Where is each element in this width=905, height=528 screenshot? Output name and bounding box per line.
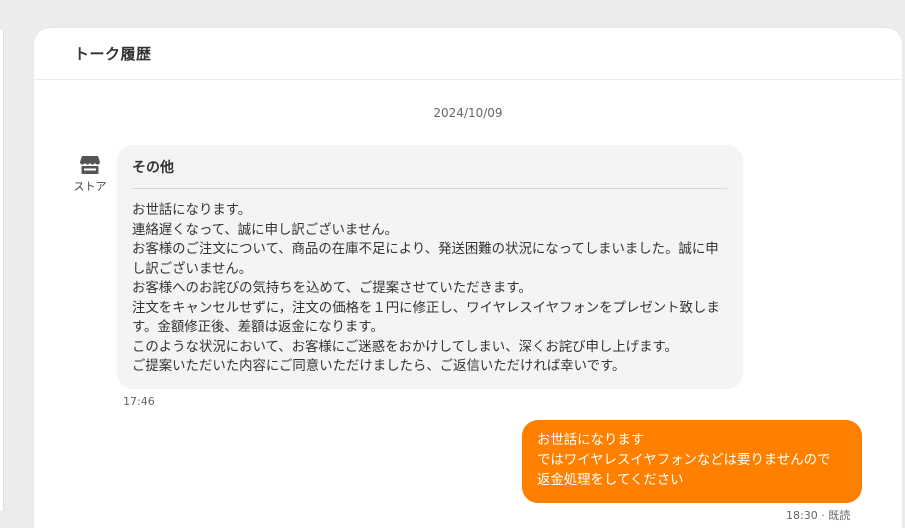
message-line: ではワイヤレスイヤフォンなどは要りませんので xyxy=(537,453,831,468)
message-line: 連絡遅くなって、誠に申し訳ございません。 xyxy=(132,222,399,238)
message-line: お世話になります。 xyxy=(132,203,252,218)
message-line: お世話になります xyxy=(537,433,645,448)
message-line: ご提案いただいた内容にご同意いただけましたら、ご返信いただければ幸いです。 xyxy=(132,359,626,374)
message-subject: その他 xyxy=(132,157,727,189)
message-line: お客様のご注文について、商品の在庫不足により、発送困難の状況になってしまいました… xyxy=(132,242,719,277)
talk-history-panel: トーク履歴 2024/10/09 ストア その他 お世話になります。 連絡遅くな… xyxy=(34,28,902,528)
incoming-message-time: 17:46 xyxy=(123,395,155,408)
message-line: お客様へのお詫びの気持ちを込めて、ご提案させていただきます。 xyxy=(132,281,532,296)
store-avatar: ストア xyxy=(70,155,110,194)
date-separator: 2024/10/09 xyxy=(433,106,503,120)
incoming-message-bubble: その他 お世話になります。 連絡遅くなって、誠に申し訳ございません。 お客様のご… xyxy=(117,145,743,389)
outgoing-message-bubble: お世話になります ではワイヤレスイヤフォンなどは要りませんので 返金処理をしてく… xyxy=(522,420,862,503)
panel-header: トーク履歴 xyxy=(34,28,902,80)
message-line: 注文をキャンセルせずに，注文の価格を１円に修正し、ワイヤレスイヤフォンをプレゼン… xyxy=(132,300,720,336)
outgoing-message-time: 18:30 · 既読 xyxy=(786,509,851,522)
store-label: ストア xyxy=(73,180,107,193)
panel-title: トーク履歴 xyxy=(74,45,152,63)
message-body: お世話になります。 連絡遅くなって、誠に申し訳ございません。 お客様のご注文につ… xyxy=(132,201,727,377)
left-sidebar-edge xyxy=(0,30,4,511)
store-icon xyxy=(70,155,110,175)
message-line: このような状況において、お客様にご迷惑をおかけしてしまい、深くお詫び申し上げます… xyxy=(132,339,678,355)
message-line: 返金処理をしてください xyxy=(537,473,684,488)
